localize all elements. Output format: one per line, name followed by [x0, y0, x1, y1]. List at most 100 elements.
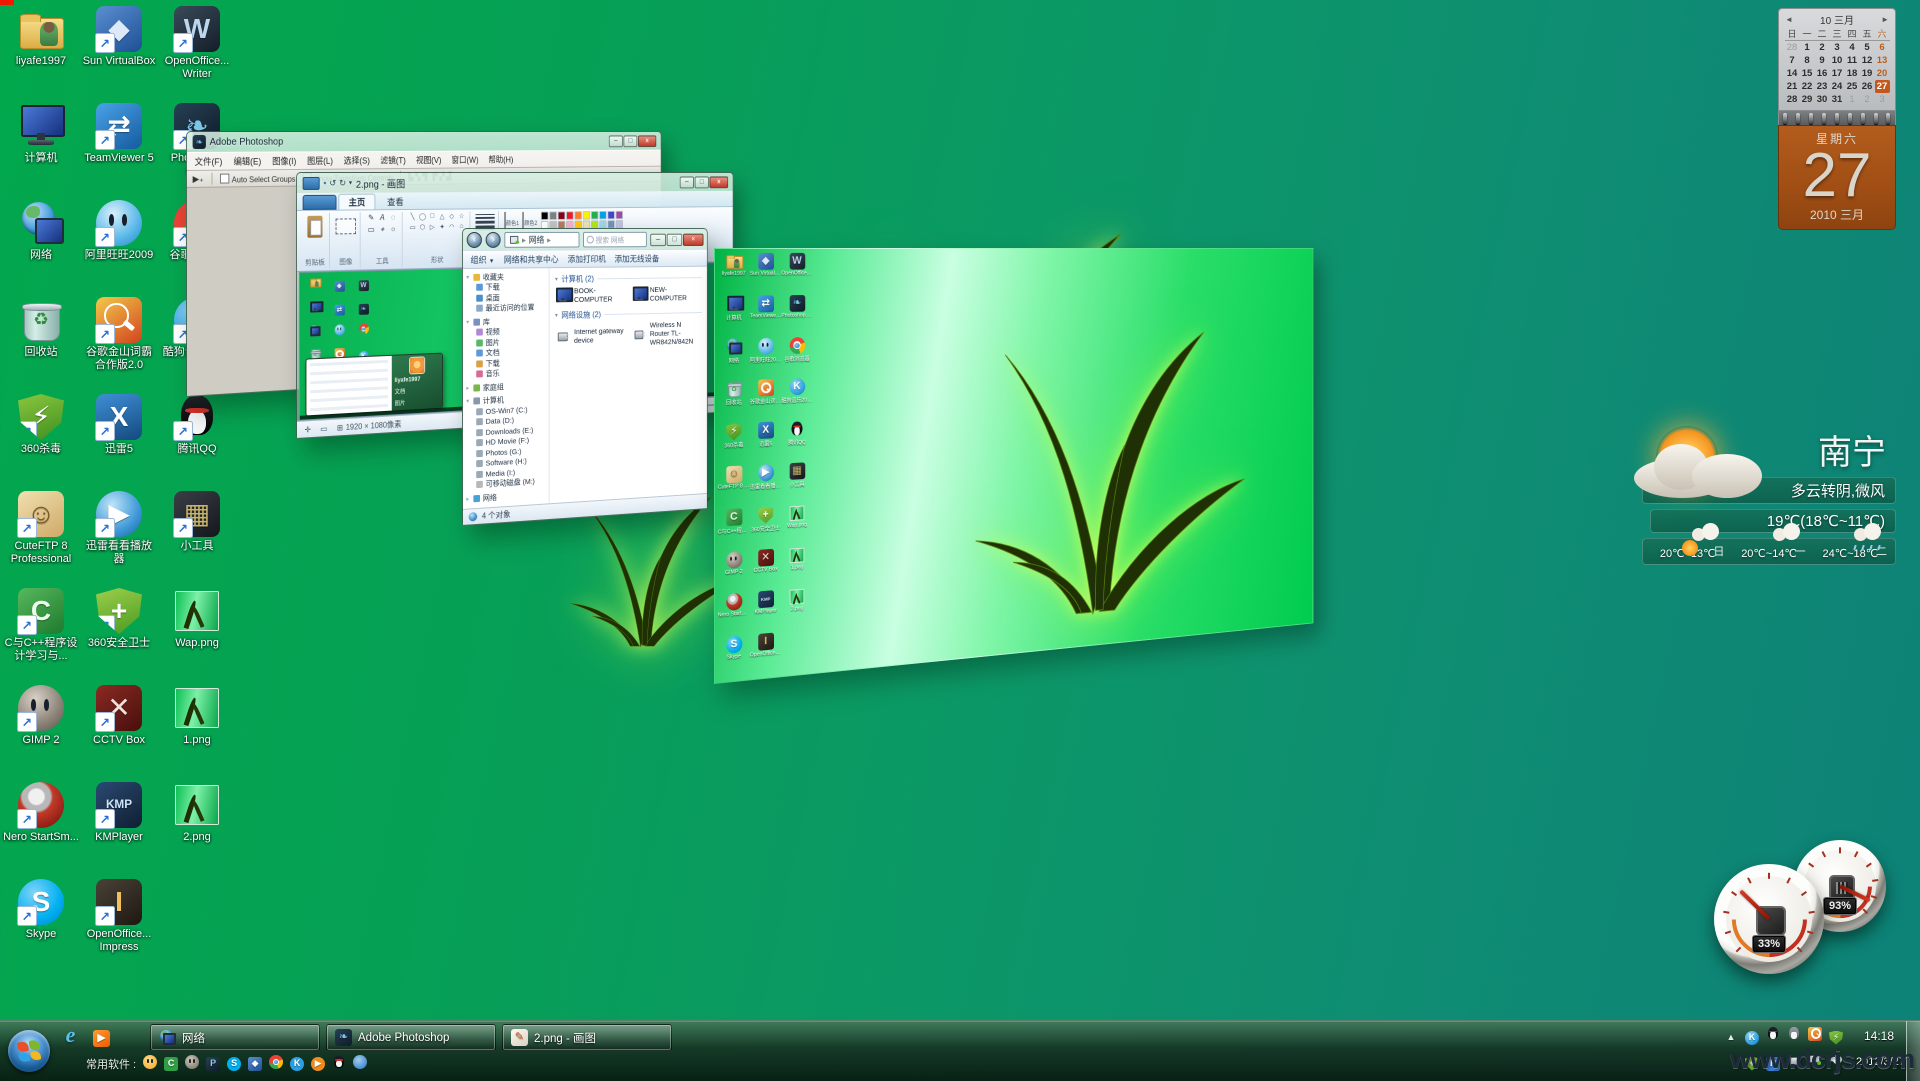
- select-icon[interactable]: [336, 213, 356, 239]
- calendar-day[interactable]: 3: [1875, 93, 1890, 106]
- taskbar-button-paint[interactable]: ✎2.png - 画图: [502, 1024, 672, 1051]
- palette-swatch[interactable]: [566, 211, 574, 220]
- palette-swatch[interactable]: [582, 211, 589, 219]
- desktop-icon-user-folder[interactable]: liyafe1997: [3, 6, 79, 103]
- calendar-day[interactable]: 20: [1875, 67, 1890, 80]
- desktop-icon-computer[interactable]: 计算机: [3, 103, 79, 200]
- calendar-day[interactable]: 2: [1860, 93, 1875, 106]
- tool-icons[interactable]: ✎A◌▭⌖○: [366, 213, 398, 236]
- calendar-day[interactable]: 5: [1860, 41, 1875, 54]
- calendar-day[interactable]: 12: [1860, 54, 1875, 67]
- tray-360-antivirus[interactable]: ⚡: [1829, 1027, 1843, 1045]
- calendar-prev-icon[interactable]: ◄: [1785, 15, 1793, 24]
- add-printer-button[interactable]: 添加打印机: [568, 253, 606, 265]
- forward-button[interactable]: ›: [486, 232, 501, 248]
- menu-item-6[interactable]: 视图(V): [416, 154, 441, 166]
- calendar-day[interactable]: 3: [1830, 41, 1845, 54]
- toolbar-kugou[interactable]: K: [290, 1057, 304, 1071]
- close-button[interactable]: ×: [638, 135, 656, 147]
- maximize-button[interactable]: □: [695, 176, 709, 188]
- section-header[interactable]: ▾计算机 (2): [555, 272, 702, 284]
- calendar-day[interactable]: 13: [1875, 54, 1890, 67]
- palette-swatch[interactable]: [541, 212, 549, 221]
- palette-swatch[interactable]: [557, 211, 565, 220]
- back-button[interactable]: ‹: [467, 232, 482, 248]
- shape-icons[interactable]: ╲◯□△◇☆▭⬡▷✦◠⌂: [408, 212, 466, 233]
- menu-item-4[interactable]: 选择(S): [344, 154, 370, 167]
- close-button[interactable]: ×: [683, 233, 703, 245]
- calendar-day[interactable]: 28: [1785, 93, 1800, 106]
- tray-qq-gray[interactable]: [1787, 1027, 1801, 1046]
- taskbar-button-photoshop[interactable]: ❧Adobe Photoshop: [326, 1024, 496, 1051]
- tray-ciba-dict[interactable]: [1808, 1027, 1822, 1046]
- desktop-icon-nero[interactable]: ↗Nero StartSm...: [3, 782, 79, 879]
- calendar-day[interactable]: 8: [1800, 54, 1815, 67]
- paint-menu-button[interactable]: [303, 176, 320, 189]
- menu-item-5[interactable]: 滤镜(T): [380, 154, 405, 167]
- desktop-icon-aliwangwang[interactable]: ↗阿里旺旺2009: [81, 200, 157, 297]
- save-icon[interactable]: ▪: [323, 178, 326, 188]
- color-palette[interactable]: [541, 211, 623, 230]
- section-header[interactable]: ▾网络设施 (2): [555, 307, 702, 321]
- desktop-icon-360-safe[interactable]: +↗360安全卫士: [81, 588, 157, 685]
- desktop-icon-network[interactable]: 网络: [3, 200, 79, 297]
- menu-item-2[interactable]: 图像(I): [272, 154, 296, 167]
- option-auto-select[interactable]: Auto Select Groups: [220, 172, 296, 184]
- desktop-icon-360-antivirus[interactable]: ⚡↗360杀毒: [3, 394, 79, 491]
- calendar-day[interactable]: 6: [1875, 41, 1890, 54]
- calendar-day[interactable]: 11: [1845, 54, 1860, 67]
- palette-swatch[interactable]: [591, 211, 598, 219]
- desktop-icon-gimp[interactable]: ↗GIMP 2: [3, 685, 79, 782]
- move-tool-icon[interactable]: ▶₊: [193, 173, 204, 184]
- calendar-day[interactable]: 25: [1845, 80, 1860, 93]
- calendar-day[interactable]: 16: [1815, 67, 1830, 80]
- color1-swatch[interactable]: 颜色1: [504, 212, 519, 229]
- tab-home[interactable]: 主页: [338, 194, 375, 210]
- redo-icon[interactable]: ↻: [339, 177, 346, 188]
- toolbar-virtualbox[interactable]: ◆: [248, 1057, 262, 1071]
- undo-icon[interactable]: ↺: [329, 177, 336, 188]
- calendar-day[interactable]: 1: [1800, 41, 1815, 54]
- calendar-day[interactable]: 7: [1785, 54, 1800, 67]
- tree-expander-icon[interactable]: ▾: [465, 319, 471, 326]
- palette-swatch[interactable]: [599, 211, 606, 219]
- search-input[interactable]: 搜索 网络: [583, 232, 647, 248]
- maximize-button[interactable]: □: [667, 233, 682, 245]
- desktop-icon-openoffice-impress[interactable]: I↗OpenOffice... Impress: [81, 879, 157, 976]
- cpu-meter-gadget[interactable]: 93% 33%: [1690, 832, 1920, 992]
- desktop-icon-kmplayer[interactable]: KMP↗KMPlayer: [81, 782, 157, 879]
- calendar-day[interactable]: 29: [1800, 93, 1815, 106]
- minimize-button[interactable]: –: [609, 135, 623, 147]
- palette-swatch[interactable]: [607, 211, 614, 219]
- toolbar-skype[interactable]: S: [227, 1057, 241, 1071]
- weather-gadget[interactable]: 南宁 多云转阴,微风 19℃(18℃~11℃) 日20℃~13℃一20℃~14℃…: [1642, 436, 1896, 565]
- menu-item-7[interactable]: 窗口(W): [452, 153, 479, 165]
- desktop-icon-image-file[interactable]: Wap.png: [159, 588, 235, 685]
- calendar-day[interactable]: 31: [1830, 93, 1845, 106]
- calendar-day[interactable]: 23: [1815, 80, 1830, 93]
- paint-file-button[interactable]: [303, 195, 337, 210]
- calendar-day[interactable]: 9: [1815, 54, 1830, 67]
- maximize-button[interactable]: □: [623, 135, 637, 147]
- menu-item-0[interactable]: 文件(F): [195, 155, 223, 168]
- calendar-day[interactable]: 22: [1800, 80, 1815, 93]
- start-button[interactable]: [8, 1030, 50, 1072]
- tree-expander-icon[interactable]: ▸: [465, 384, 471, 391]
- paint-titlebar[interactable]: ▪ ↺ ↻ ▾ 2.png - 画图 – □ ×: [297, 173, 733, 193]
- explorer-window[interactable]: ‹ › ▸ 网络 ▸ 搜索 网络 – □ × 组织 ▼ 网络和共享中心 添加打印…: [462, 228, 708, 526]
- toolbar-c-cpp[interactable]: C: [164, 1057, 178, 1071]
- desktop-icon-skype[interactable]: S↗Skype: [3, 879, 79, 976]
- toolbar-aliwangwang[interactable]: [143, 1055, 157, 1072]
- calendar-day[interactable]: 4: [1845, 41, 1860, 54]
- toolbar-qq[interactable]: [332, 1055, 346, 1072]
- toolbar-photoshop[interactable]: P: [206, 1057, 220, 1071]
- toolbar-chrome[interactable]: [269, 1055, 283, 1072]
- calendar-day-selected[interactable]: 27: [1875, 80, 1890, 93]
- calendar-day[interactable]: 15: [1800, 67, 1815, 80]
- tray-qq[interactable]: [1766, 1027, 1780, 1046]
- calendar-day[interactable]: 26: [1860, 80, 1875, 93]
- tree-expander-icon[interactable]: ▾: [465, 274, 471, 281]
- toolbar-xunlei-kankan[interactable]: ▶: [311, 1057, 325, 1071]
- tree-expander-icon[interactable]: ▾: [465, 398, 471, 405]
- tab-view[interactable]: 查看: [377, 193, 413, 209]
